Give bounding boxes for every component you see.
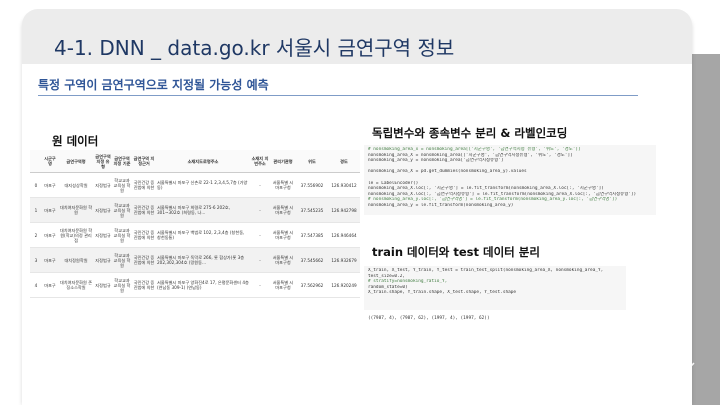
column-header: 경도 [328,150,360,173]
table-row: 3 마포구 대치정원학원 지정법규 학교교과 교육실 학원 국민건강 증진법에 … [30,247,360,273]
table-cell: 학교교과 교육실 학원 [112,247,132,273]
column-header: 위도 [296,150,328,173]
table-cell: 서울특별 시 마포구청 [270,197,296,223]
table-cell: 37.556902 [296,172,328,198]
encoding-label: 독립변수와 종속변수 분리 & 라벨인코딩 [372,126,568,140]
table-cell: 국민건강 증진법에 의한 [132,197,156,223]
split-output: ((7987, 4), (7987, 62), (1997, 4), (1997… [368,316,490,321]
table-cell: 지정법규 [94,247,112,273]
subtitle-divider [38,95,638,96]
table-cell: 대치여자문화원 존징소스학원 [58,272,94,298]
table-cell: 서울특별 시 마포구청 [270,172,296,198]
table-cell: 대치여자문화원 학원(학교)의정 관리점 [58,222,94,248]
slide-title: 4-1. DNN _ data.go.kr 서울시 금연구역 정보 [54,36,455,60]
column-header [30,150,42,173]
table-cell: 126.920249 [328,272,360,298]
table-cell: 서울특별시 마포구 백범로 102, 2,3,4층 (창천동, 창천동통) [156,222,250,248]
table-cell: 37.545235 [296,197,328,223]
table-cell: 126.932679 [328,247,360,273]
table-cell: 지정법규 [94,172,112,198]
table-cell: - [250,247,270,273]
table-cell: 37.545662 [296,247,328,273]
table-cell: 서울특별 시 마포구청 [270,272,296,298]
column-header: 시군구명 [42,150,58,173]
table-header-row: 시군구명 금연구역명 금연구역 지정 유형 금연구역 지정 기준 금연구역 지정… [30,150,360,173]
table-cell: 지정법규 [94,272,112,298]
table-cell: 지정법규 [94,222,112,248]
table-cell: 마포구 [42,272,58,298]
table-cell: 126.942798 [328,197,360,223]
code-line: X_train.shape, Y_train.shape, X_test.sha… [368,290,517,296]
column-header: 금연구역 지정 유형 [94,150,112,173]
table-cell: - [250,272,270,298]
table-row: 2 마포구 대치여자문화원 학원(학교)의정 관리점 지정법규 학교교과 교육실… [30,222,360,248]
table-cell: - [250,172,270,198]
table-cell: 국민건강 증진법에 의한 [132,272,156,298]
table-cell: 학교교과 교육실 학원 [112,272,132,298]
table-cell: 126.946464 [328,222,360,248]
column-header: 금연구역 지정근거 [132,150,156,173]
table-cell: 지정법규 [94,197,112,223]
column-header: 금연구역 지정 기준 [112,150,132,173]
split-code-block: X_train, X_test, Y_train, Y_test = train… [364,266,626,310]
table-row: 1 마포구 대치여자문화원 학원 지정법규 학교교과 교육실 학원 국민건강 증… [30,197,360,223]
table-cell: 국민건강 증진법에 의한 [132,247,156,273]
table-cell: 서울특별시 마포구 독막로 266, 롯 합상가(롯 3층 202,302,30… [156,247,250,273]
table-cell: 학교교과 교육실 학원 [112,222,132,248]
table-cell: 4 [30,272,42,298]
table-cell: 37.547385 [296,222,328,248]
table-cell: 대치정원학원 [58,247,94,273]
split-label: train 데이터와 test 데이터 분리 [372,245,540,259]
slide-subtitle: 특정 구역이 금연구역으로 지정될 가능성 예측 [38,78,269,92]
table-cell: 서울특별 시 마포구청 [270,247,296,273]
table-cell: 37.562962 [296,272,328,298]
column-header: 소재지도로명주소 [156,150,250,173]
table-cell: - [250,197,270,223]
table-cell: 마포구 [42,197,58,223]
table-cell: 서울특별시 마포구 희령로 275-6 202호, 301~302호 (희령동,… [156,197,250,223]
table-cell: 마포구 [42,247,58,273]
table-cell: 0 [30,172,42,198]
code-line: X_train, X_test, Y_train, Y_test = train… [368,268,604,273]
table-cell: 126.930412 [328,172,360,198]
table-cell: 서울특별 시 마포구청 [270,222,296,248]
table-cell: 대지성상학원 [58,172,94,198]
column-header: 관리기관명 [270,150,296,173]
code-line: nonsmoking_area_y = le.fit_transform(non… [368,202,514,208]
table-cell: 국민건강 증진법에 의한 [132,222,156,248]
column-header: 소재지 지번주소 [250,150,270,173]
table-cell: 서울특별시 마포구 신촌로 22-1 2,3,4,5,7층 (가양동) [156,172,250,198]
table-cell: 서울특별시 마포구 양화진4로 17, 은평문화센터 4층(연남동 309-1)… [156,272,250,298]
table-cell: - [250,222,270,248]
table-row: 0 마포구 대지성상학원 지정법규 학교교과 교육실 학원 국민건강 증진법에 … [30,172,360,198]
table-cell: 대치여자문화원 학원 [58,197,94,223]
table-cell: 마포구 [42,222,58,248]
table-cell: 1 [30,197,42,223]
raw-data-table: 시군구명 금연구역명 금연구역 지정 유형 금연구역 지정 기준 금연구역 지정… [30,150,360,298]
column-header: 금연구역명 [58,150,94,173]
table-cell: 학교교과 교육실 학원 [112,197,132,223]
raw-data-label: 원 데이터 [52,134,99,148]
table-cell: 2 [30,222,42,248]
table-row: 4 마포구 대치여자문화원 존징소스학원 지정법규 학교교과 교육실 학원 국민… [30,272,360,298]
table-cell: 국민건강 증진법에 의한 [132,172,156,198]
table-cell: 마포구 [42,172,58,198]
raw-data-table-container: 시군구명 금연구역명 금연구역 지정 유형 금연구역 지정 기준 금연구역 지정… [30,150,360,298]
table-cell: 학교교과 교육실 학원 [112,172,132,198]
table-cell: 3 [30,247,42,273]
encoding-code-block: # nonsmoking_area_x = nonsmoking_area[['… [364,145,656,215]
